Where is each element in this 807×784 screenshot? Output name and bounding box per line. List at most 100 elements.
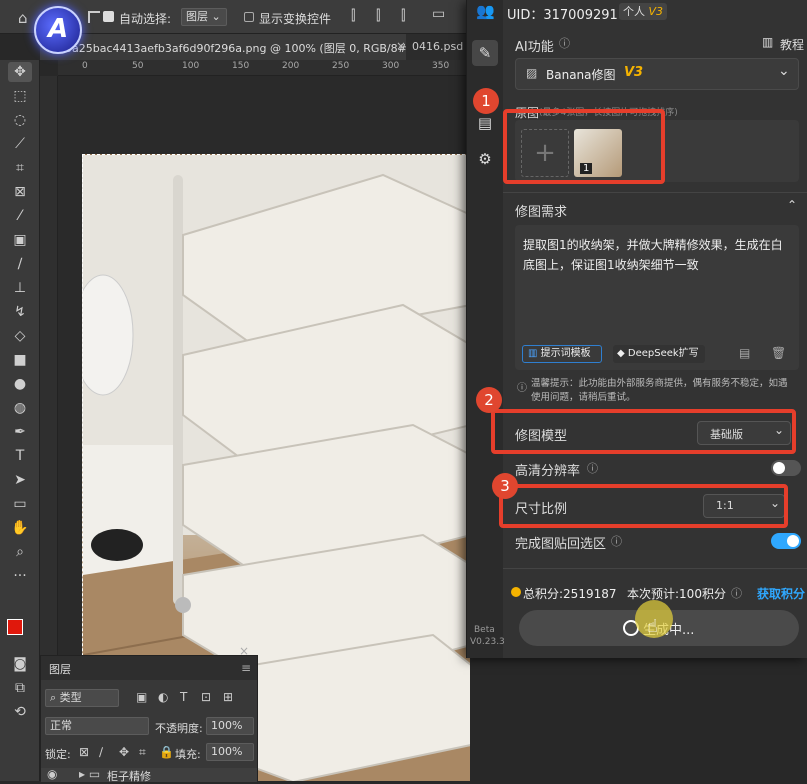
screen-mode-icon[interactable]: ⧉: [8, 678, 32, 698]
settings-icon[interactable]: ⚙: [476, 150, 494, 168]
brush-tool-icon[interactable]: ∕: [8, 254, 32, 274]
history-brush-tool-icon[interactable]: ↯: [8, 302, 32, 322]
blend-mode-select[interactable]: 正常: [45, 717, 149, 735]
document-tabs: d0a25bac4413aefb3af6d90f296a.png @ 100% …: [40, 34, 478, 60]
filter-shape-icon[interactable]: ⊡: [201, 690, 211, 704]
zoom-tool-icon[interactable]: ⌕: [8, 542, 32, 562]
info-icon[interactable]: ⓘ: [587, 460, 598, 476]
tutorial-link[interactable]: 教程: [780, 36, 804, 53]
type-tool-icon[interactable]: T: [8, 446, 32, 466]
get-points-link[interactable]: 获取积分: [757, 585, 805, 602]
filter-adjust-icon[interactable]: ◐: [158, 690, 168, 704]
tab-document-1[interactable]: d0a25bac4413aefb3af6d90f296a.png @ 100% …: [40, 34, 406, 60]
annotation-box-1: [503, 109, 665, 184]
history-icon[interactable]: ▤: [739, 346, 750, 360]
edit-requirement-label: 修图需求: [515, 205, 568, 220]
lock-position-icon[interactable]: ✥: [119, 745, 129, 759]
lock-artboard-icon[interactable]: ⌗: [139, 745, 146, 760]
panel-close-icon[interactable]: ×: [239, 644, 249, 658]
annotation-badge-1: 1: [473, 88, 499, 114]
layer-select-dropdown[interactable]: 图层 ⌄: [181, 8, 227, 26]
version-label: V0.23.3: [470, 637, 505, 647]
layers-panel-title[interactable]: 图层: [49, 661, 71, 677]
align-left-icon[interactable]: ⫿: [351, 8, 355, 24]
filter-type-icon[interactable]: T: [180, 690, 187, 704]
annotation-box-2: [491, 409, 796, 454]
hd-toggle[interactable]: [771, 460, 801, 476]
align-right-icon[interactable]: ⫿: [401, 8, 405, 24]
eraser-tool-icon[interactable]: ◇: [8, 326, 32, 346]
auto-select-checkbox[interactable]: [103, 11, 114, 22]
layers-panel: 图层 × ≡ ⌕ 类型 ▣ ◐ T ⊡ ⊞ 正常 不透明度: 100% 锁定: …: [40, 644, 258, 783]
app-logo-icon: A: [34, 6, 82, 54]
fill-input[interactable]: 100%: [206, 743, 254, 761]
collapse-icon[interactable]: ⌃: [787, 198, 797, 212]
layer-row[interactable]: ◉ ▸ ▭ 柜子精修: [41, 767, 257, 783]
image-icon: ▨: [526, 66, 538, 80]
path-select-tool-icon[interactable]: ➤: [8, 470, 32, 490]
more-tools-icon[interactable]: ···: [8, 566, 32, 586]
trash-icon[interactable]: 🗑: [771, 346, 786, 360]
chevron-down-icon: ⌄: [778, 63, 790, 79]
visibility-icon[interactable]: ◉: [47, 767, 57, 781]
info-icon[interactable]: ⓘ: [559, 35, 570, 51]
edit-icon[interactable]: ✎: [476, 44, 494, 62]
hd-label: 高清分辨率: [515, 464, 581, 479]
edit-toolbar-icon[interactable]: ⟲: [8, 702, 32, 722]
function-select[interactable]: ▨ Banana修图 V3 ⌄: [515, 58, 799, 90]
tab-close-icon[interactable]: ×: [396, 39, 406, 53]
notice-icon: ⓘ: [517, 383, 527, 394]
account-badge: 个人 V3: [619, 3, 668, 20]
filter-smart-icon[interactable]: ⊞: [223, 690, 233, 704]
quick-select-tool-icon[interactable]: ⟋: [8, 134, 32, 154]
hand-tool-icon[interactable]: ✋: [8, 518, 32, 538]
lasso-tool-icon[interactable]: ◌: [8, 110, 32, 130]
annotation-box-3: [499, 484, 788, 528]
info-icon[interactable]: ⓘ: [611, 533, 622, 549]
annotation-badge-3: 3: [492, 473, 518, 499]
home-icon[interactable]: ⌂: [18, 9, 28, 27]
lock-pixels-icon[interactable]: ⊠: [79, 745, 89, 759]
foreground-color-swatch[interactable]: [7, 619, 23, 635]
healing-tool-icon[interactable]: ▣: [8, 230, 32, 250]
points-total: 总积分:2519187: [523, 587, 617, 601]
beta-label: Beta: [474, 625, 495, 635]
show-transform-checkbox[interactable]: [244, 12, 254, 22]
prompt-textarea[interactable]: 提取图1的收纳架，并做大牌精修效果，生成在白底图上，保证图1收纳架细节一致 ▥ …: [515, 225, 799, 370]
generate-button[interactable]: 生成中... ☝: [519, 600, 799, 646]
crop-tool-icon[interactable]: ⌗: [8, 158, 32, 178]
tutorial-icon[interactable]: ▥: [762, 35, 773, 49]
auto-select-label: 自动选择:: [119, 12, 172, 26]
align-center-icon[interactable]: ⫿: [376, 8, 380, 24]
move-tool-icon[interactable]: ✥: [8, 62, 32, 82]
opacity-label: 不透明度:: [155, 722, 203, 735]
panel-menu-icon[interactable]: ≡: [241, 661, 251, 675]
deepseek-button[interactable]: ◆ DeepSeek扩写: [613, 345, 705, 363]
opacity-input[interactable]: 100%: [206, 717, 254, 735]
blur-tool-icon[interactable]: ●: [8, 374, 32, 394]
marquee-tool-icon[interactable]: ⬚: [8, 86, 32, 106]
shape-tool-icon[interactable]: ▭: [8, 494, 32, 514]
dodge-tool-icon[interactable]: ◍: [8, 398, 32, 418]
user-icon[interactable]: 👥: [476, 2, 495, 20]
filter-pixel-icon[interactable]: ▣: [136, 690, 147, 704]
move-tool-options-icon[interactable]: [88, 11, 100, 23]
lock-all-icon[interactable]: 🔒: [159, 745, 174, 759]
lock-paint-icon[interactable]: ∕: [99, 745, 103, 759]
quick-mask-icon[interactable]: ◙: [8, 654, 32, 674]
info-icon[interactable]: ⓘ: [731, 585, 742, 601]
eyedropper-tool-icon[interactable]: ⁄: [8, 206, 32, 226]
search-icon: ⌕: [50, 691, 57, 704]
layer-filter-select[interactable]: ⌕ 类型: [45, 689, 119, 707]
more-icon[interactable]: ▭: [432, 6, 445, 22]
template-button[interactable]: ▥ 提示词模板: [522, 345, 602, 363]
stamp-tool-icon[interactable]: ⊥: [8, 278, 32, 298]
paste-toggle[interactable]: [771, 533, 801, 549]
clipboard-icon[interactable]: ▤: [476, 114, 494, 132]
plugin-main: UID：317009291 个人 V3 AI功能 ⓘ ▥ 教程 ▨ Banana…: [503, 0, 807, 658]
gradient-tool-icon[interactable]: ■: [8, 350, 32, 370]
options-bar: ⌂ A 自动选择: 图层 ⌄ 显示变换控件 ⫿ ⫿ ⫿ ▭: [0, 0, 470, 54]
paste-row: 完成图贴回选区 ⓘ: [503, 525, 807, 557]
pen-tool-icon[interactable]: ✒: [8, 422, 32, 442]
frame-tool-icon[interactable]: ⊠: [8, 182, 32, 202]
